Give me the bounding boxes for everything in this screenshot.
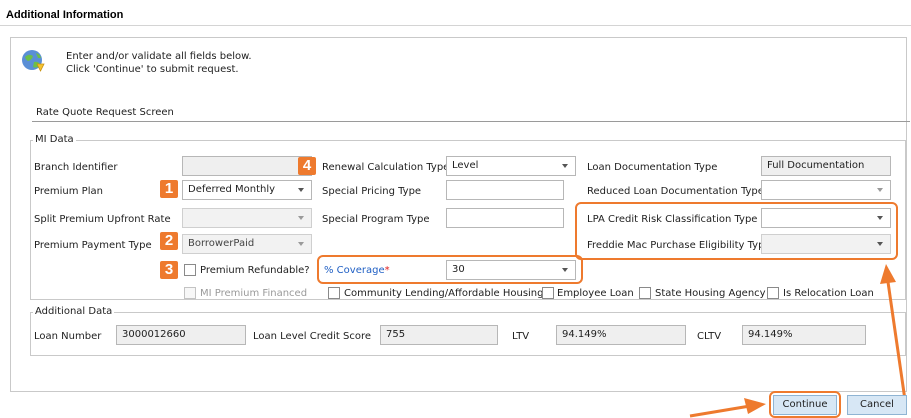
continue-button[interactable]: Continue xyxy=(773,395,837,415)
arrowhead-to-continue-icon xyxy=(744,398,766,414)
arrow-line-to-continue xyxy=(689,404,751,418)
arrowhead-to-box-icon xyxy=(880,264,896,284)
annotation-arrows xyxy=(689,264,907,418)
arrow-line-to-box xyxy=(886,281,907,401)
cancel-button[interactable]: Cancel xyxy=(847,395,907,415)
